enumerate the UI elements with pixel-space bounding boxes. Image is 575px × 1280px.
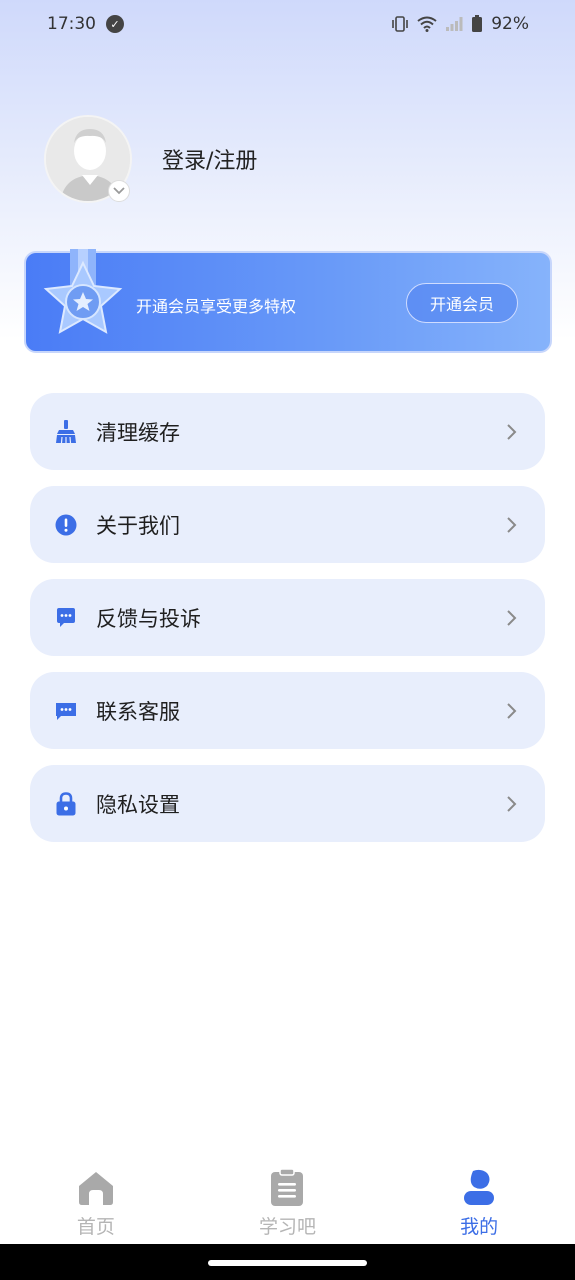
vip-promo-text: 开通会员享受更多特权 — [136, 297, 297, 316]
menu-item-clear-cache[interactable]: 清理缓存 — [30, 393, 545, 470]
login-register-link[interactable]: 登录/注册 — [162, 143, 257, 175]
vip-star-icon — [40, 249, 126, 345]
status-left: 17:30 ✓ — [47, 14, 124, 34]
bottom-nav: 首页 学习吧 我的 — [0, 1160, 575, 1244]
menu-item-label: 联系客服 — [96, 699, 180, 724]
menu-item-label: 关于我们 — [96, 513, 180, 538]
status-time: 17:30 — [47, 14, 96, 34]
vip-banner[interactable]: 开通会员享受更多特权 开通会员 — [24, 249, 552, 353]
vibrate-icon — [392, 16, 409, 32]
status-right: 92% — [391, 14, 529, 34]
nav-label: 我的 — [460, 1216, 499, 1238]
signal-icon — [446, 17, 463, 31]
menu-list: 清理缓存 关于我们 反馈与投诉 联系客服 隐私设置 — [30, 393, 545, 858]
menu-item-about-us[interactable]: 关于我们 — [30, 486, 545, 563]
broom-icon — [54, 419, 78, 444]
system-nav-bar — [0, 1244, 575, 1280]
menu-item-privacy-settings[interactable]: 隐私设置 — [30, 765, 545, 842]
menu-item-label: 隐私设置 — [96, 792, 180, 817]
nav-label: 学习吧 — [258, 1216, 316, 1238]
home-icon — [76, 1168, 116, 1208]
info-icon — [54, 513, 78, 537]
check-circle-icon: ✓ — [106, 15, 124, 33]
chevron-right-icon — [507, 516, 517, 533]
battery-icon — [472, 15, 483, 32]
battery-percent: 92% — [491, 14, 529, 34]
feedback-icon — [54, 606, 78, 630]
chevron-down-icon — [108, 180, 130, 202]
nav-label: 首页 — [76, 1216, 115, 1238]
wifi-icon — [417, 16, 437, 32]
chevron-right-icon — [507, 795, 517, 812]
person-icon — [459, 1168, 499, 1208]
profile-section[interactable]: 登录/注册 — [44, 115, 257, 203]
chevron-right-icon — [507, 702, 517, 719]
status-bar: 17:30 ✓ 92% — [0, 0, 575, 48]
menu-item-label: 清理缓存 — [96, 420, 180, 445]
menu-item-feedback[interactable]: 反馈与投诉 — [30, 579, 545, 656]
home-indicator[interactable] — [208, 1260, 367, 1266]
chevron-right-icon — [507, 609, 517, 626]
chat-icon — [54, 699, 78, 723]
nav-item-home[interactable]: 首页 — [36, 1160, 156, 1239]
open-vip-button[interactable]: 开通会员 — [406, 283, 518, 323]
chevron-right-icon — [507, 423, 517, 440]
nav-item-study[interactable]: 学习吧 — [227, 1160, 347, 1239]
clipboard-icon — [267, 1168, 307, 1208]
menu-item-customer-service[interactable]: 联系客服 — [30, 672, 545, 749]
nav-item-mine[interactable]: 我的 — [419, 1160, 539, 1239]
lock-icon — [54, 791, 78, 816]
menu-item-label: 反馈与投诉 — [96, 606, 201, 631]
